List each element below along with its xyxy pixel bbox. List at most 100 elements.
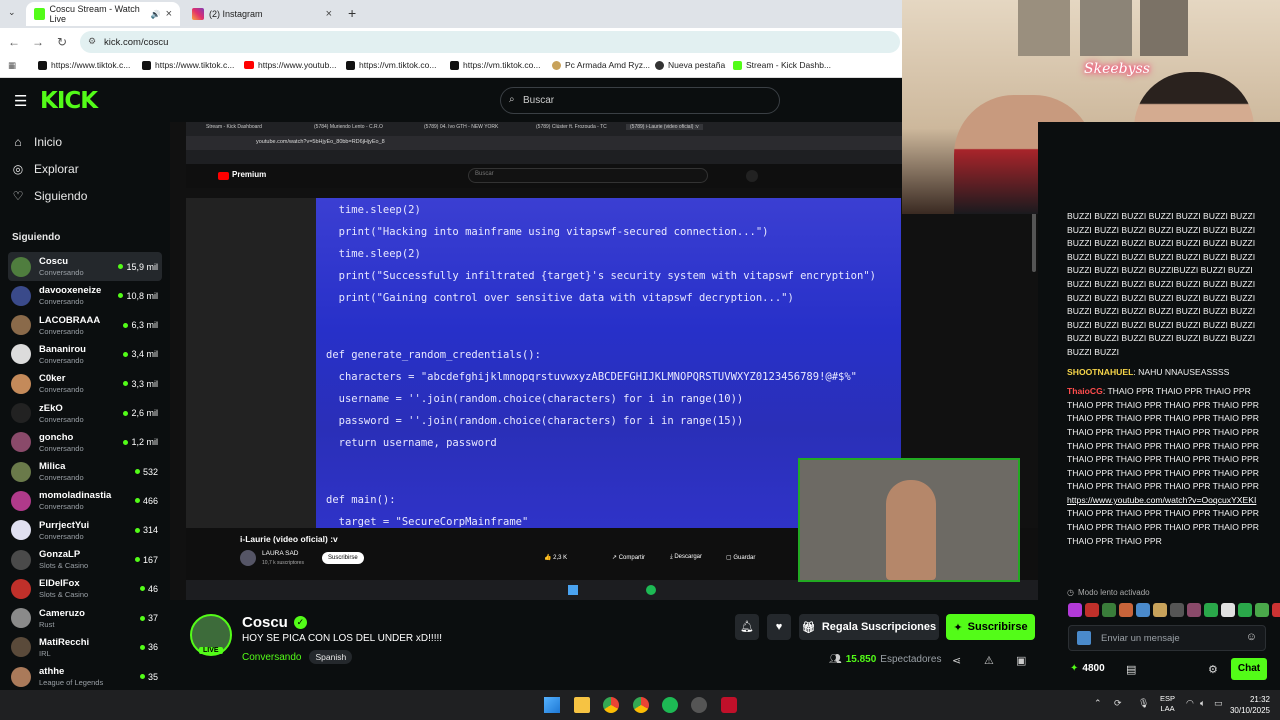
- sidebar-channel-gonzalp[interactable]: GonzaLP Slots & Casino 167: [8, 545, 162, 574]
- tray-chevron-icon[interactable]: ⌃: [1094, 698, 1102, 709]
- emote-icon[interactable]: [1238, 603, 1252, 617]
- youtube-video-title: i-Laurie (video oficial) :v: [240, 534, 338, 544]
- emote-icon[interactable]: [1068, 603, 1082, 617]
- emote-icon[interactable]: [1153, 603, 1167, 617]
- chat-settings-icon[interactable]: ⚙: [1208, 663, 1218, 676]
- windows-start-icon[interactable]: [544, 697, 560, 713]
- language-tag[interactable]: Spanish: [309, 650, 353, 664]
- channel-avatar: [11, 344, 31, 365]
- language-indicator[interactable]: ESP LAA: [1160, 694, 1175, 714]
- bookmark-item[interactable]: Stream - Kick Dashb...: [733, 60, 831, 70]
- emote-icon[interactable]: [1136, 603, 1150, 617]
- search-input[interactable]: ⌕ Buscar: [500, 87, 780, 114]
- bookmark-item[interactable]: https://www.tiktok.c...: [142, 60, 234, 70]
- emoji-icon[interactable]: ☺: [1246, 631, 1257, 643]
- address-bar[interactable]: ⚙ kick.com/coscu: [80, 31, 900, 53]
- sidebar-channel-purrjectyui[interactable]: PurrjectYui Conversando 314: [8, 516, 162, 545]
- emote-icon[interactable]: [1255, 603, 1269, 617]
- sidebar-channel-coscu[interactable]: Coscu Conversando 15,9 mil: [8, 252, 162, 281]
- subscribe-button[interactable]: ✦ Suscribirse: [946, 614, 1035, 640]
- chat-username[interactable]: ThaioCG: [1067, 386, 1103, 396]
- report-icon[interactable]: ⚠: [984, 654, 994, 667]
- channel-points[interactable]: ✦ 4800: [1070, 663, 1105, 674]
- sidebar-channel-matirecchi[interactable]: MatiRecchi IRL 36: [8, 633, 162, 662]
- menu-icon[interactable]: ☰: [14, 92, 27, 110]
- new-tab-button[interactable]: +: [348, 5, 356, 21]
- kick-logo[interactable]: KICK: [40, 88, 98, 114]
- sidebar-item-inicio[interactable]: ⌂ Inicio: [12, 135, 62, 149]
- emote-icon[interactable]: [1204, 603, 1218, 617]
- sidebar-channel-athhe[interactable]: athhe League of Legends 35: [8, 662, 162, 691]
- bookmark-item[interactable]: https://vm.tiktok.co...: [450, 60, 540, 70]
- sidebar-channel-c0ker[interactable]: C0ker Conversando 3,3 mil: [8, 369, 162, 398]
- close-tab-icon[interactable]: ×: [166, 8, 172, 20]
- chat-input[interactable]: Enviar un mensaje ☺: [1068, 625, 1266, 651]
- apps-grid-icon[interactable]: ▦: [8, 60, 16, 71]
- volume-icon[interactable]: 🔈︎: [1200, 698, 1205, 709]
- channel-category: Conversando: [39, 443, 84, 453]
- forward-icon[interactable]: →: [26, 35, 50, 49]
- bookmark-item[interactable]: https://www.tiktok.c...: [38, 60, 130, 70]
- channel-name: goncho: [39, 431, 74, 443]
- app-red-icon[interactable]: [721, 697, 737, 713]
- sidebar-channel-lacobraaa[interactable]: LACOBRAAA Conversando 6,3 mil: [8, 311, 162, 340]
- chat-link[interactable]: https://www.youtube.com/watch?v=OoqcuxYX…: [1067, 495, 1256, 505]
- bookmark-item[interactable]: Nueva pestaña: [655, 60, 725, 70]
- emote-icon[interactable]: [1272, 603, 1280, 617]
- chrome-active-icon[interactable]: [633, 697, 649, 713]
- wifi-icon[interactable]: ◠: [1186, 698, 1194, 709]
- emote-icon[interactable]: [1170, 603, 1184, 617]
- share-icon[interactable]: ⋖: [952, 654, 961, 667]
- sidebar-channel-eldelfox[interactable]: ElDelFox Slots & Casino 46: [8, 574, 162, 603]
- tray-app-icon[interactable]: ⟳: [1114, 698, 1122, 709]
- tab-instagram[interactable]: (2) Instagram ×: [184, 2, 340, 26]
- tab-kick-coscu[interactable]: Coscu Stream - Watch Live 🔊 ×: [26, 2, 180, 26]
- sidebar-channel-bananirou[interactable]: Bananirou Conversando 3,4 mil: [8, 340, 162, 369]
- site-info-icon[interactable]: ⚙: [88, 36, 96, 47]
- sidebar-channel-davooxeneize[interactable]: davooxeneize Conversando 10,8 mil: [8, 281, 162, 310]
- bookmark-item[interactable]: Pc Armada Amd Ryz...: [552, 60, 650, 70]
- emote-icon[interactable]: [1102, 603, 1116, 617]
- emote-icon[interactable]: [1085, 603, 1099, 617]
- close-tab-icon[interactable]: ×: [326, 8, 332, 20]
- sidebar-item-siguiendo[interactable]: ♡ Siguiendo: [12, 189, 88, 203]
- gift-subs-button[interactable]: 🎁︎ Regala Suscripciones: [799, 614, 939, 640]
- follow-button[interactable]: ♥: [767, 614, 791, 640]
- streamer-name[interactable]: Coscu ✓: [242, 614, 307, 631]
- video-scrollbar[interactable]: [1032, 212, 1036, 272]
- youtube-search-placeholder: Buscar: [475, 171, 494, 177]
- chrome-icon[interactable]: [603, 697, 619, 713]
- chat-send-button[interactable]: Chat: [1231, 658, 1267, 680]
- microphone-icon[interactable]: 🎙︎: [1138, 698, 1149, 709]
- stream-category[interactable]: Conversando: [242, 652, 301, 663]
- sidebar-channel-momoladinastia[interactable]: momoladinastia Conversando 466: [8, 486, 162, 515]
- emote-icon[interactable]: [1119, 603, 1133, 617]
- verified-icon: ✓: [293, 616, 307, 629]
- heart-icon: ♥: [775, 621, 783, 633]
- nav-label: Siguiendo: [34, 189, 88, 203]
- sidebar-item-explorar[interactable]: ◎ Explorar: [12, 162, 79, 176]
- channel-viewers: 167: [134, 555, 158, 565]
- obs-icon[interactable]: [691, 697, 707, 713]
- battery-icon[interactable]: ▭: [1214, 698, 1223, 709]
- sidebar-channel-milica[interactable]: Milica Conversando 532: [8, 457, 162, 486]
- back-icon[interactable]: ←: [2, 35, 26, 49]
- emote-icon[interactable]: [1187, 603, 1201, 617]
- chat-username[interactable]: SHOOTNAHUEL: [1067, 367, 1133, 377]
- system-clock[interactable]: 21:32 30/10/2025: [1230, 694, 1270, 716]
- bookmark-item[interactable]: https://www.youtub...: [244, 60, 336, 70]
- speaker-icon[interactable]: 🔊: [151, 10, 161, 19]
- sidebar-channel-zeko[interactable]: zEkO Conversando 2,6 mil: [8, 399, 162, 428]
- clip-icon[interactable]: ▣: [1016, 654, 1026, 667]
- reload-icon[interactable]: ↻: [50, 35, 74, 49]
- spotify-icon[interactable]: [662, 697, 678, 713]
- emote-icon[interactable]: [1221, 603, 1235, 617]
- file-explorer-icon[interactable]: [574, 697, 590, 713]
- notifications-button[interactable]: 🔔︎: [735, 614, 759, 640]
- sidebar-channel-goncho[interactable]: goncho Conversando 1,2 mil: [8, 428, 162, 457]
- stream-title: HOY SE PICA CON LOS DEL UNDER xD!!!!!: [242, 633, 443, 644]
- tab-list-chevron-icon[interactable]: ⌄: [8, 7, 16, 18]
- bookmark-item[interactable]: https://vm.tiktok.co...: [346, 60, 436, 70]
- sidebar-channel-cameruzo[interactable]: Cameruzo Rust 37: [8, 604, 162, 633]
- store-icon[interactable]: ▤: [1126, 663, 1136, 676]
